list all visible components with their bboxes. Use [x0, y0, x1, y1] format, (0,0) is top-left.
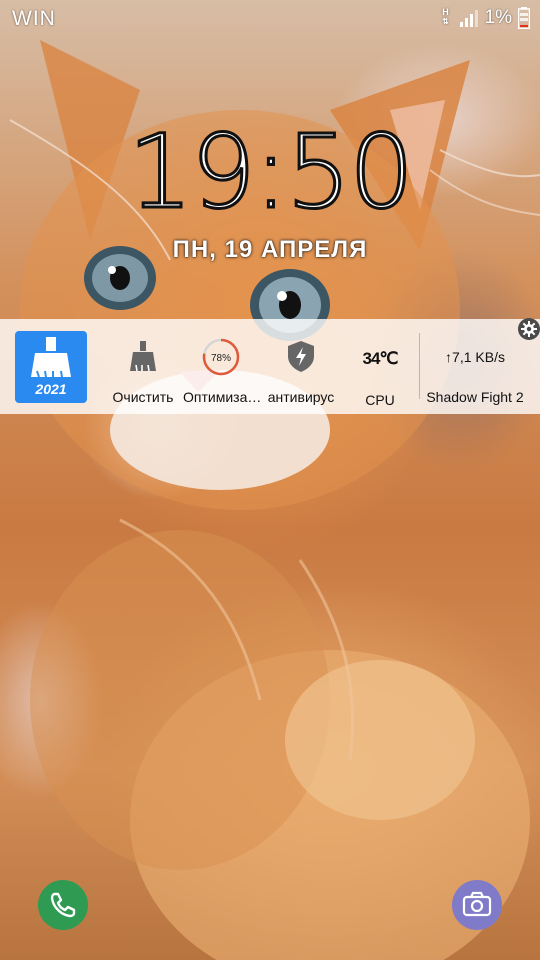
lockscreen-date: ПН, 19 АПРЕЛЯ [172, 236, 368, 263]
cpu-temp-button[interactable]: 34℃ CPU [345, 319, 415, 414]
signal-icon [459, 10, 478, 27]
optimize-gauge-icon: 78% [202, 338, 240, 376]
clean-label: Очистить [112, 389, 174, 405]
network-speed: ↑7,1 KB/s [445, 349, 505, 365]
cleaner-app-tile[interactable]: 2021 [15, 331, 87, 403]
network-type-label: H [442, 7, 449, 17]
broom-icon [130, 341, 156, 372]
gear-icon [521, 321, 537, 337]
cpu-label: CPU [365, 392, 395, 408]
optimize-label: Оптимиза… [183, 389, 262, 405]
network-type-icon: H ⇅ [442, 7, 449, 27]
running-app-info[interactable]: ↑7,1 KB/s Shadow Fight 2 [420, 319, 530, 414]
cpu-temp-value: 34℃ [362, 349, 398, 368]
antivirus-button[interactable]: антивирус [259, 319, 343, 414]
running-app-name: Shadow Fight 2 [426, 389, 524, 405]
camera-shortcut[interactable] [452, 880, 502, 930]
battery-percent: 1% [484, 7, 512, 28]
broom-icon [31, 337, 71, 378]
antivirus-label: антивирус [267, 389, 335, 405]
status-icons: H ⇅ 1% [439, 6, 530, 30]
status-bar: WIN H ⇅ 1% [0, 0, 540, 36]
clean-button[interactable]: Очистить [98, 319, 188, 414]
app-tile-year: 2021 [35, 381, 67, 397]
optimize-button[interactable]: 78% Оптимиза… [183, 319, 262, 414]
lockscreen-clock: 19:50 [127, 113, 416, 232]
shield-bolt-icon [288, 341, 314, 372]
cleaner-widget: 2021 Очистить 78% Оптимиза… антивирус 34… [0, 319, 540, 414]
phone-shortcut[interactable] [38, 880, 88, 930]
carrier-label: WIN [12, 7, 56, 30]
phone-icon [50, 892, 76, 918]
optimize-percent: 78% [211, 353, 231, 364]
battery-icon [518, 7, 530, 29]
widget-settings-button[interactable] [518, 318, 540, 340]
camera-icon [462, 891, 492, 917]
